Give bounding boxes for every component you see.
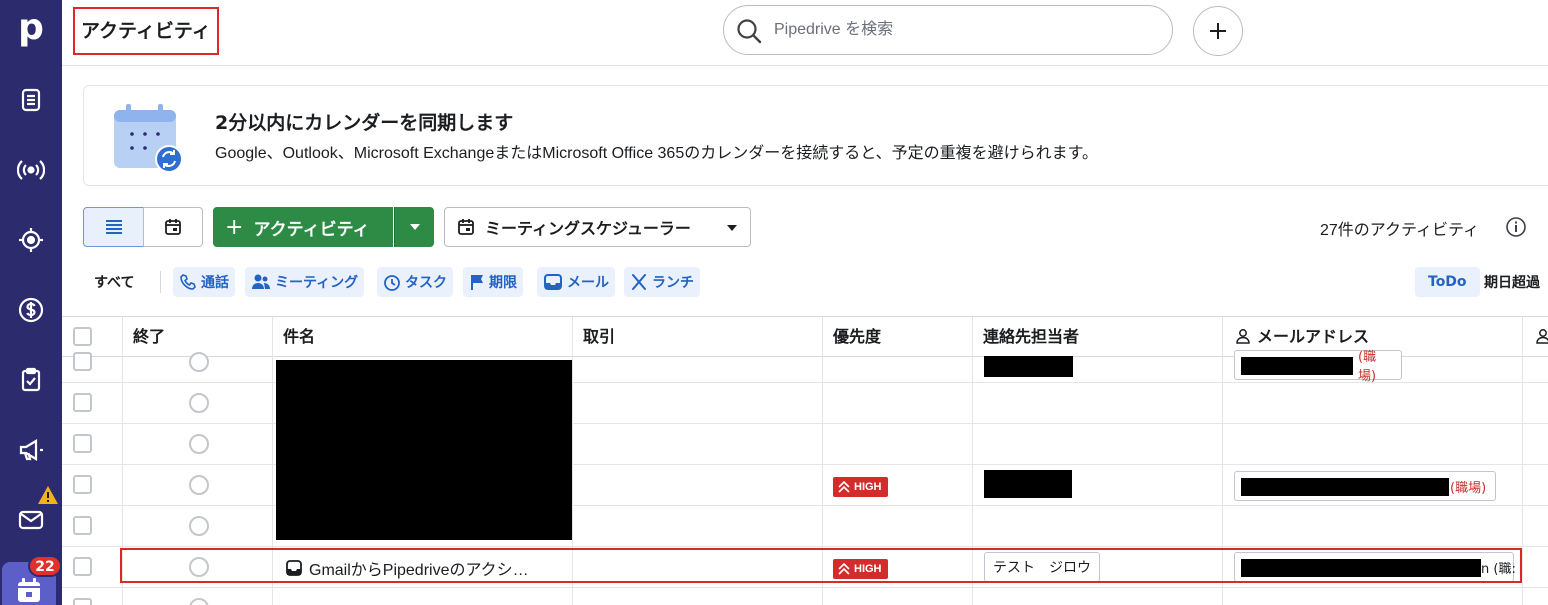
nav-leads-icon[interactable] [13, 82, 49, 118]
calendar-icon [165, 219, 181, 235]
mark-done-toggle[interactable] [189, 598, 209, 605]
plus-icon: + [225, 214, 244, 240]
banner-text: Google、Outlook、Microsoft ExchangeまたはMicr… [215, 145, 1098, 162]
inbox-icon [544, 274, 562, 290]
list-icon [105, 220, 122, 234]
priority-high-badge: HIGH [833, 477, 888, 497]
left-nav-rail: p 22 [0, 0, 62, 605]
email-pill[interactable]: (職場) [1234, 350, 1402, 384]
calendar-icon [458, 219, 474, 235]
mark-done-toggle[interactable] [189, 516, 209, 536]
nav-campaigns-megaphone-icon[interactable] [13, 432, 49, 468]
clock-icon [384, 275, 400, 291]
filter-lunch[interactable]: ランチ [624, 267, 700, 297]
phone-icon [180, 274, 196, 290]
flag-icon [471, 275, 483, 290]
add-activity-label: アクティビティ [253, 219, 370, 240]
calendar-view-button[interactable] [143, 207, 203, 247]
nav-signal-icon[interactable] [13, 152, 49, 188]
table-row[interactable]: GmailからPipedriveのアクシ… HIGH テスト ジロウ n (職: [62, 547, 1548, 588]
people-icon [252, 274, 270, 289]
calendar-sync-icon [114, 104, 183, 173]
row-checkbox[interactable] [73, 516, 92, 535]
redacted-contact [984, 470, 1072, 498]
filter-call[interactable]: 通話 [173, 267, 235, 297]
row-checkbox[interactable] [73, 475, 92, 494]
meeting-scheduler-button[interactable]: ミーティングスケジューラー [444, 207, 751, 247]
search-icon [737, 19, 762, 44]
filter-deadline[interactable]: 期限 [463, 267, 523, 297]
nav-deals-dollar-icon[interactable] [13, 292, 49, 328]
nav-target-icon[interactable] [13, 222, 49, 258]
search-box[interactable] [723, 5, 1173, 55]
row-checkbox[interactable] [73, 393, 92, 412]
filter-meeting[interactable]: ミーティング [245, 267, 365, 297]
double-chevron-up-icon [838, 563, 850, 575]
mark-done-toggle[interactable] [189, 352, 209, 372]
list-view-button[interactable] [83, 207, 144, 247]
quick-add-button[interactable] [1193, 6, 1243, 56]
table-row[interactable] [62, 588, 1548, 605]
filter-all[interactable]: すべて [88, 267, 140, 297]
email-pill[interactable]: (職場) [1234, 471, 1496, 501]
meeting-scheduler-label: ミーティングスケジューラー [485, 219, 691, 238]
warning-icon [37, 485, 59, 509]
pipedrive-logo[interactable]: p [14, 8, 48, 48]
info-icon[interactable] [1505, 216, 1527, 242]
activity-subject-link[interactable]: GmailからPipedriveのアクシ… [285, 556, 529, 580]
row-checkbox[interactable] [73, 557, 92, 576]
filter-email[interactable]: メール [537, 267, 615, 297]
redacted-contact [984, 356, 1073, 377]
banner-title: 2分以内にカレンダーを同期します [215, 112, 514, 134]
redacted-email [1241, 478, 1449, 496]
caret-down-icon [727, 225, 737, 231]
mark-done-toggle[interactable] [189, 393, 209, 413]
row-checkbox[interactable] [73, 598, 92, 605]
mark-done-toggle[interactable] [189, 434, 209, 454]
activities-count-badge: 22 [28, 555, 62, 577]
add-activity-button[interactable]: + アクティビティ [213, 207, 393, 247]
filter-todo[interactable]: ToDo [1415, 267, 1480, 297]
calendar-icon [18, 578, 40, 602]
mark-done-toggle[interactable] [189, 475, 209, 495]
email-pill[interactable]: n (職: [1234, 552, 1516, 582]
search-input[interactable] [774, 18, 1154, 42]
plus-icon [1210, 23, 1226, 39]
filter-divider [160, 271, 161, 293]
redacted-subjects [276, 360, 572, 540]
priority-high-badge: HIGH [833, 559, 888, 579]
utensils-icon [632, 274, 646, 290]
activities-table: 終了 件名 取引 優先度 連絡先担当者 メールアドレス (職場) HIGH (職… [62, 316, 1548, 605]
activity-count: 27件のアクティビティ [1320, 222, 1480, 239]
double-chevron-up-icon [838, 481, 850, 493]
filter-task[interactable]: タスク [377, 267, 453, 297]
filter-overdue[interactable]: 期日超過 [1478, 267, 1546, 297]
add-activity-dropdown[interactable] [394, 207, 434, 247]
redacted-email [1241, 357, 1353, 375]
calendar-sync-banner: 2分以内にカレンダーを同期します Google、Outlook、Microsof… [83, 85, 1548, 186]
mark-done-toggle[interactable] [189, 557, 209, 577]
redacted-email [1241, 559, 1481, 577]
nav-tasks-clipboard-icon[interactable] [13, 362, 49, 398]
row-checkbox[interactable] [73, 434, 92, 453]
row-checkbox[interactable] [73, 352, 92, 371]
inbox-icon [286, 560, 302, 576]
contact-pill[interactable]: テスト ジロウ [984, 552, 1100, 582]
top-bar: アクティビティ [62, 0, 1548, 66]
caret-down-icon [409, 224, 420, 230]
page-title: アクティビティ [73, 7, 219, 55]
